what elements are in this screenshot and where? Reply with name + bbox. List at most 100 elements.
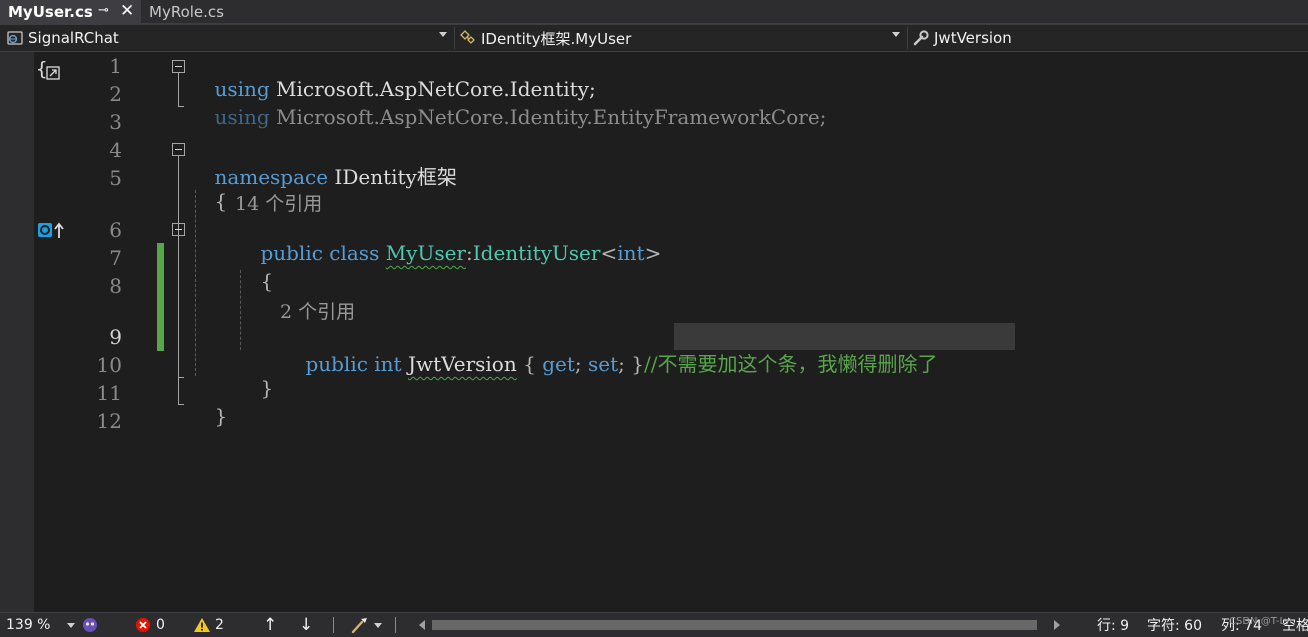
outline-line — [178, 377, 184, 378]
codelens-references[interactable]: 14 个引用 — [235, 189, 322, 216]
tab-myuser[interactable]: MyUser.cs ⊸ ✕ — [0, 0, 141, 23]
open-brace: { — [214, 189, 228, 213]
copilot-icon[interactable] — [81, 616, 99, 634]
scroll-left-icon[interactable] — [418, 620, 426, 630]
member-name: JwtVersion — [934, 29, 1012, 47]
code-cleanup-icon[interactable] — [350, 616, 370, 634]
line-number: 11 — [96, 381, 122, 405]
code-line-9[interactable]: public int JwtVersion { get; set; }//不需要… — [280, 324, 937, 401]
namespace-text: Microsoft.AspNetCore.Identity.EntityFram… — [269, 105, 827, 129]
angle-bracket: < — [600, 241, 618, 265]
code-line-5[interactable]: { — [189, 165, 227, 237]
collapse-icon[interactable] — [172, 143, 185, 156]
char-indicator[interactable]: 字符: 60 — [1147, 613, 1202, 637]
angle-bracket: > — [644, 241, 662, 265]
svg-text:{: { — [36, 58, 47, 80]
chevron-down-icon[interactable] — [439, 32, 447, 37]
indicator-margin — [0, 52, 34, 612]
code-editor[interactable]: { 1 2 3 4 5 6 7 8 9 10 11 12 using Micro… — [0, 52, 1308, 612]
namespace-name: IDentity框架 — [328, 165, 457, 189]
line-number: 6 — [109, 218, 122, 242]
keyword: class — [329, 241, 380, 265]
scope-braces-icon[interactable]: { — [36, 58, 66, 84]
keyword: namespace — [214, 165, 329, 189]
comment: //不需要加这个条，我懒得删除了 — [643, 352, 938, 376]
wrench-icon — [913, 30, 929, 46]
codelens-references[interactable]: 2 个引用 — [280, 297, 355, 324]
line-number: 2 — [109, 82, 122, 106]
keyword: set — [587, 352, 619, 376]
project-dropdown[interactable]: SignalRChat — [6, 25, 451, 51]
warning-icon[interactable] — [193, 617, 211, 633]
line-number-current: 9 — [109, 325, 122, 349]
outline-line — [178, 236, 179, 377]
line-number: 7 — [109, 246, 122, 270]
watermark: CSDN @T-Ly — [1229, 615, 1291, 627]
warning-count[interactable]: 2 — [215, 613, 224, 637]
divider — [907, 27, 908, 49]
zoom-dropdown[interactable]: 139 % — [6, 613, 50, 637]
type-name: IDentity框架.MyUser — [481, 29, 632, 48]
line-number: 12 — [96, 409, 122, 433]
line-number: 4 — [109, 138, 122, 162]
editor-status-bar: 139 % 0 2 ↑ ↓ 行: 9 字符: 60 列: 74 CSDN @T-… — [0, 612, 1308, 637]
chevron-down-icon[interactable] — [892, 32, 900, 37]
document-tab-strip: MyUser.cs ⊸ ✕ MyRole.cs — [0, 0, 1308, 23]
colon: : — [466, 241, 473, 265]
tab-label: MyRole.cs — [149, 2, 224, 21]
type-dropdown[interactable]: IDentity框架.MyUser — [459, 25, 904, 51]
outline-line — [178, 73, 179, 106]
open-brace: { — [260, 269, 274, 293]
line-number: 5 — [109, 166, 122, 190]
csharp-project-icon — [7, 31, 23, 45]
divider — [395, 617, 396, 633]
tab-myrole[interactable]: MyRole.cs — [141, 0, 281, 23]
collapse-icon[interactable] — [172, 223, 185, 236]
close-brace: } — [214, 404, 228, 428]
tab-label: MyUser.cs — [8, 2, 93, 21]
keyword: int — [617, 241, 645, 265]
chevron-down-icon[interactable] — [374, 623, 382, 628]
code-line-10[interactable]: } — [235, 352, 273, 424]
code-line-11[interactable]: } — [189, 380, 227, 452]
project-name: SignalRChat — [28, 29, 119, 47]
line-number: 3 — [109, 110, 122, 134]
code-line-6[interactable]: public class MyUser:IdentityUser<int> — [235, 217, 661, 289]
keyword: int — [374, 352, 402, 376]
open-brace: { — [516, 352, 536, 376]
pin-icon[interactable]: ⊸ — [98, 3, 109, 18]
line-indicator[interactable]: 行: 9 — [1097, 613, 1129, 637]
line-number: 10 — [96, 353, 122, 377]
semicolon: ; — [618, 352, 625, 376]
close-icon[interactable]: ✕ — [120, 1, 134, 21]
zoom-level: 139 % — [6, 617, 51, 633]
code-line-7[interactable]: { — [235, 245, 273, 317]
base-type: IdentityUser — [472, 241, 601, 265]
code-line-4[interactable]: namespace IDentity框架 — [189, 137, 457, 214]
divider — [454, 27, 455, 49]
divider — [333, 617, 334, 633]
line-number: 8 — [109, 274, 122, 298]
close-brace: } — [624, 352, 644, 376]
scrollbar-thumb[interactable] — [432, 620, 1037, 630]
error-icon[interactable] — [135, 617, 151, 633]
property-name: JwtVersion — [407, 352, 517, 376]
outline-line — [178, 404, 184, 405]
member-dropdown[interactable]: JwtVersion — [912, 25, 1302, 51]
implements-arrow-icon[interactable] — [37, 221, 67, 241]
whitespace-indicator[interactable]: 空格 — [1282, 613, 1308, 637]
arrow-down-icon[interactable]: ↓ — [299, 613, 313, 637]
class-name: MyUser — [385, 241, 466, 265]
error-count[interactable]: 0 — [156, 613, 165, 637]
collapse-icon[interactable] — [172, 60, 185, 73]
scroll-right-icon[interactable] — [1053, 620, 1061, 630]
outline-line — [178, 106, 184, 107]
class-icon — [460, 30, 475, 44]
arrow-up-icon[interactable]: ↑ — [263, 613, 277, 637]
close-brace: } — [260, 376, 274, 400]
keyword: get — [542, 352, 575, 376]
keyword: using — [214, 105, 270, 129]
line-number: 1 — [109, 54, 122, 78]
keyword: public — [305, 352, 368, 376]
chevron-down-icon[interactable] — [67, 623, 75, 628]
